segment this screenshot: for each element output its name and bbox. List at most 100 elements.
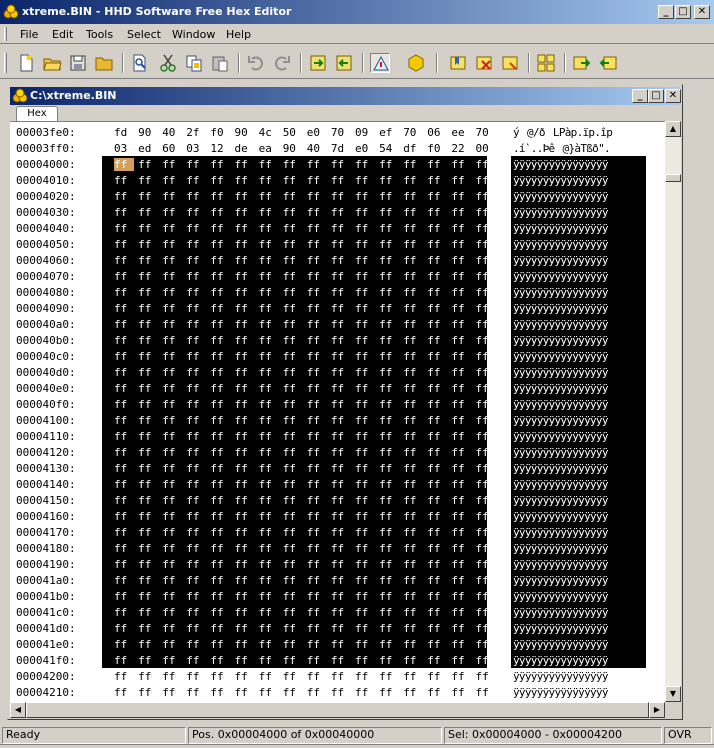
ascii-column[interactable]: ÿÿÿÿÿÿÿÿÿÿÿÿÿÿÿÿ	[511, 460, 646, 476]
hex-byte[interactable]: ff	[403, 398, 423, 411]
hex-byte[interactable]: ff	[427, 446, 447, 459]
hex-byte[interactable]: ff	[235, 446, 255, 459]
hex-byte[interactable]: ff	[476, 286, 496, 299]
ascii-column[interactable]: ÿÿÿÿÿÿÿÿÿÿÿÿÿÿÿÿ	[511, 380, 646, 396]
hex-byte[interactable]: ff	[331, 318, 351, 331]
hex-byte[interactable]: ff	[355, 398, 375, 411]
hex-byte[interactable]: ff	[186, 670, 206, 683]
hex-byte[interactable]: ff	[307, 526, 327, 539]
hex-byte[interactable]: ff	[259, 206, 279, 219]
hex-byte[interactable]: ff	[210, 270, 230, 283]
hex-byte[interactable]: 90	[283, 142, 303, 155]
hex-byte[interactable]: ff	[186, 414, 206, 427]
hex-byte[interactable]: ff	[186, 398, 206, 411]
hex-byte[interactable]: ff	[138, 318, 158, 331]
ascii-column[interactable]: ÿÿÿÿÿÿÿÿÿÿÿÿÿÿÿÿ	[511, 556, 646, 572]
hex-byte[interactable]: ff	[114, 654, 134, 667]
minimize-button[interactable]: _	[658, 5, 674, 19]
hex-byte[interactable]: ff	[259, 654, 279, 667]
hex-byte[interactable]: ff	[162, 430, 182, 443]
hex-bytes[interactable]: ff ff ff ff ff ff ff ff ff ff ff ff ff ff ff ff	[102, 348, 489, 364]
hex-byte[interactable]: ff	[235, 574, 255, 587]
hex-byte[interactable]: ff	[138, 478, 158, 491]
hex-byte[interactable]: ff	[307, 334, 327, 347]
hex-byte[interactable]: ff	[331, 542, 351, 555]
doc-minimize-button[interactable]: _	[632, 89, 648, 103]
hex-byte[interactable]: ff	[283, 590, 303, 603]
hex-byte[interactable]: ff	[403, 654, 423, 667]
hex-byte[interactable]: ff	[451, 686, 471, 699]
copy-icon[interactable]	[184, 53, 204, 73]
hex-byte[interactable]: ff	[259, 190, 279, 203]
hex-byte[interactable]: ff	[114, 206, 134, 219]
ascii-column[interactable]: ÿÿÿÿÿÿÿÿÿÿÿÿÿÿÿÿ	[511, 604, 646, 620]
hex-byte[interactable]: ff	[403, 158, 423, 171]
hex-bytes[interactable]: ff ff ff ff ff ff ff ff ff ff ff ff ff ff ff ff	[102, 188, 489, 204]
hex-byte[interactable]: ff	[283, 398, 303, 411]
hex-byte[interactable]: ff	[403, 206, 423, 219]
hex-byte[interactable]: ff	[162, 446, 182, 459]
hex-byte[interactable]: ff	[235, 686, 255, 699]
hex-bytes[interactable]: ff ff ff ff ff ff ff ff ff ff ff ff ff ff ff ff	[102, 332, 489, 348]
hex-byte[interactable]: f0	[210, 126, 230, 139]
table-row[interactable]: 00004180: ff ff ff ff ff ff ff ff ff ff ff ff ff ff ff f…	[10, 540, 665, 556]
hex-byte[interactable]: ff	[259, 510, 279, 523]
hex-byte[interactable]: ff	[114, 270, 134, 283]
hex-byte[interactable]: ff	[138, 606, 158, 619]
hex-byte[interactable]: ff	[355, 382, 375, 395]
hex-byte[interactable]: ff	[403, 574, 423, 587]
close-button[interactable]: ✕	[694, 5, 710, 19]
hex-byte[interactable]: ff	[186, 638, 206, 651]
hex-byte[interactable]: ff	[259, 382, 279, 395]
undo-icon[interactable]	[246, 53, 266, 73]
open-folder-icon[interactable]	[42, 53, 62, 73]
hex-byte[interactable]: ff	[476, 478, 496, 491]
hex-byte[interactable]: 50	[283, 126, 303, 139]
table-row[interactable]: 000041e0: ff ff ff ff ff ff ff ff ff ff ff ff ff ff ff f…	[10, 636, 665, 652]
hex-byte[interactable]: ff	[162, 686, 182, 699]
hex-byte[interactable]: ff	[451, 366, 471, 379]
hex-byte[interactable]: ff	[186, 606, 206, 619]
table-row[interactable]: 000040a0: ff ff ff ff ff ff ff ff ff ff ff ff ff ff ff f…	[10, 316, 665, 332]
hex-byte[interactable]: ff	[235, 414, 255, 427]
hex-byte[interactable]: ff	[331, 174, 351, 187]
hex-byte[interactable]: ff	[210, 318, 230, 331]
hex-byte[interactable]: ff	[114, 414, 134, 427]
hex-byte[interactable]: ff	[114, 558, 134, 571]
bookmark-add-icon[interactable]	[448, 53, 468, 73]
window-cascade-icon[interactable]	[572, 53, 592, 73]
hex-bytes[interactable]: ff ff ff ff ff ff ff ff ff ff ff ff ff ff ff ff	[102, 620, 489, 636]
hex-byte[interactable]: ff	[307, 222, 327, 235]
hex-byte[interactable]: ff	[451, 350, 471, 363]
hex-byte[interactable]: ff	[235, 510, 255, 523]
hex-byte[interactable]: ff	[331, 590, 351, 603]
hex-byte[interactable]: ff	[138, 686, 158, 699]
hex-byte[interactable]: 00	[476, 142, 496, 155]
hex-byte[interactable]: ff	[210, 462, 230, 475]
hex-byte[interactable]: ff	[186, 382, 206, 395]
hex-byte[interactable]: ff	[210, 302, 230, 315]
hex-byte[interactable]: ff	[283, 494, 303, 507]
hex-byte[interactable]: ff	[355, 478, 375, 491]
hex-bytes[interactable]: ff ff ff ff ff ff ff ff ff ff ff ff ff ff ff ff	[102, 364, 489, 380]
hex-byte[interactable]: ff	[114, 590, 134, 603]
hex-byte[interactable]: ff	[186, 222, 206, 235]
hex-byte[interactable]: ff	[379, 510, 399, 523]
hex-byte[interactable]: ff	[162, 366, 182, 379]
hex-byte[interactable]: 06	[427, 126, 447, 139]
new-file-icon[interactable]	[16, 53, 36, 73]
hex-byte[interactable]: ff	[162, 590, 182, 603]
hex-byte[interactable]: ff	[427, 190, 447, 203]
hex-byte[interactable]: ff	[162, 350, 182, 363]
hex-byte[interactable]: ff	[162, 558, 182, 571]
hex-byte[interactable]: ff	[138, 526, 158, 539]
hex-byte[interactable]: ff	[235, 462, 255, 475]
hex-byte[interactable]: ff	[331, 206, 351, 219]
hex-byte[interactable]: 09	[355, 126, 375, 139]
hex-byte[interactable]: ff	[235, 430, 255, 443]
find-icon[interactable]	[130, 53, 150, 73]
table-row[interactable]: 00004130: ff ff ff ff ff ff ff ff ff ff ff ff ff ff ff f…	[10, 460, 665, 476]
hex-byte[interactable]: ff	[114, 478, 134, 491]
hex-byte[interactable]: ff	[162, 270, 182, 283]
ascii-column[interactable]: ÿÿÿÿÿÿÿÿÿÿÿÿÿÿÿÿ	[511, 540, 646, 556]
